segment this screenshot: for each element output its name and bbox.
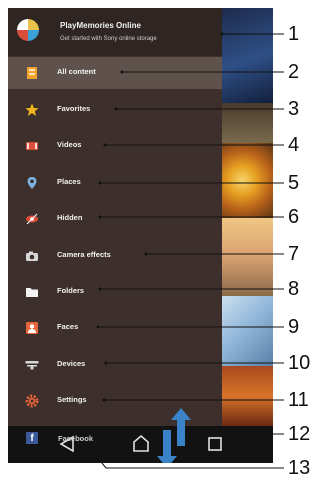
facebook-icon[interactable]: f	[26, 432, 38, 444]
menu-item-label: Videos	[57, 140, 82, 149]
photo-tile[interactable]	[217, 296, 273, 366]
menu-item-label: Hidden	[57, 213, 83, 222]
menu-item-label: Devices	[57, 359, 86, 368]
menu-item-label: All content	[57, 67, 96, 76]
playmemories-header[interactable]: PlayMemories Online Get started with Son…	[8, 8, 222, 56]
menu-item-camera-effects[interactable]: Camera effects	[8, 240, 222, 272]
callout-number: 3	[288, 98, 300, 120]
devices-icon	[25, 361, 39, 370]
scroll-double-arrow-icon	[157, 408, 191, 463]
menu-item-label: Camera effects	[57, 250, 111, 259]
callout-number: 4	[288, 134, 300, 156]
callout-number: 8	[288, 278, 300, 300]
folder-icon	[26, 288, 38, 297]
menu-item-label: Favorites	[57, 104, 91, 113]
menu-item-devices[interactable]: Devices	[8, 349, 222, 381]
menu-item-places[interactable]: Places	[8, 167, 222, 199]
callout-number: 9	[288, 316, 300, 338]
callout-number: 12	[288, 423, 311, 445]
photo-tile[interactable]	[217, 8, 273, 103]
callout-number: 10	[288, 352, 311, 374]
recents-icon[interactable]	[203, 432, 227, 456]
gear-icon	[25, 394, 39, 408]
menu-item-favorites[interactable]: Favorites	[8, 94, 222, 126]
callout-number: 11	[288, 389, 309, 411]
menu-item-label: Places	[57, 177, 81, 186]
menu-item-label: Faces	[57, 322, 79, 331]
photo-tile[interactable]	[217, 218, 273, 296]
hidden-eye-icon	[26, 213, 38, 225]
photo-tile[interactable]	[217, 366, 273, 426]
camera-icon	[26, 251, 38, 261]
phone-screen: PlayMemories Online Get started with Son…	[8, 8, 273, 463]
playmemories-logo-icon	[17, 19, 39, 41]
menu-item-videos[interactable]: Videos	[8, 130, 222, 162]
navigation-drawer: PlayMemories Online Get started with Son…	[8, 8, 222, 426]
callout-number: 7	[288, 243, 300, 265]
menu-item-label: Settings	[57, 395, 87, 404]
system-navigation-bar	[8, 426, 273, 463]
menu-item-hidden[interactable]: Hidden	[8, 203, 222, 235]
location-pin-icon	[27, 177, 37, 189]
callout-number: 5	[288, 172, 300, 194]
photo-tile[interactable]	[217, 103, 273, 143]
callout-number: 1	[288, 23, 300, 45]
header-title: PlayMemories Online	[60, 21, 141, 30]
callout-number: 2	[288, 61, 300, 83]
menu-item-label: Folders	[57, 286, 85, 295]
all-content-icon	[27, 67, 37, 79]
video-icon	[26, 142, 38, 150]
menu-item-all-content[interactable]: All content	[8, 57, 222, 89]
home-icon[interactable]	[129, 432, 153, 456]
menu-item-faces[interactable]: Faces	[8, 312, 222, 344]
menu-item-folders[interactable]: Folders	[8, 276, 222, 308]
background-photo-strip	[217, 8, 273, 463]
callout-number: 6	[288, 206, 300, 228]
star-icon	[25, 103, 39, 116]
facebook-label[interactable]: Facebook	[58, 434, 93, 443]
header-subtitle: Get started with Sony online storage	[60, 36, 157, 42]
callout-number: 13	[288, 457, 311, 479]
faces-icon	[26, 322, 38, 334]
photo-tile[interactable]	[217, 143, 273, 218]
